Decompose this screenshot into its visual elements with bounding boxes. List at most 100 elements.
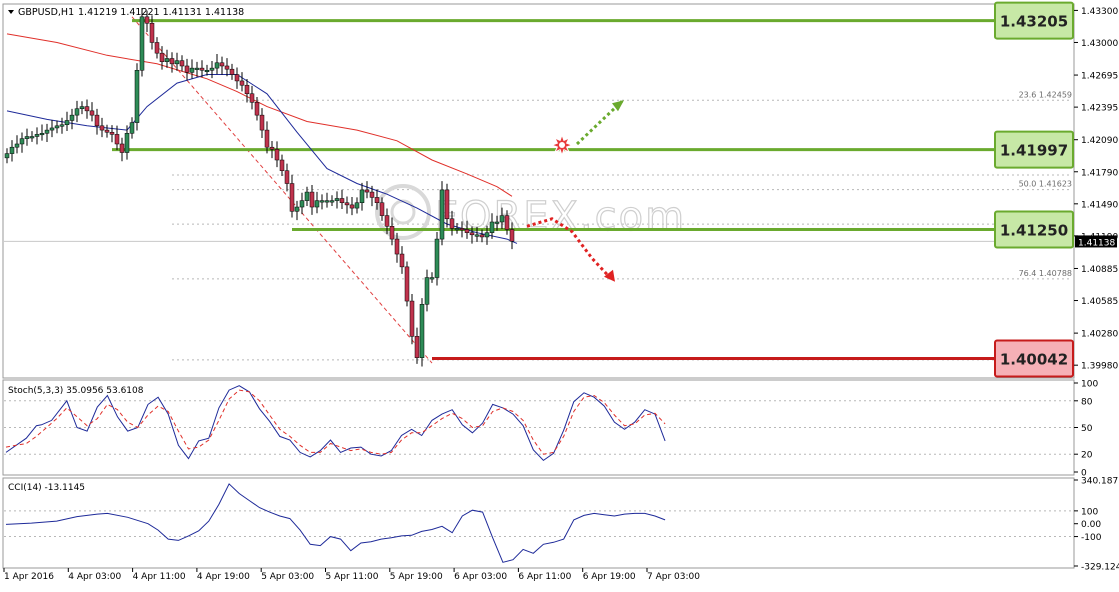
candle-body [34,134,40,137]
candle-body [204,70,210,73]
candle-body [394,238,400,255]
candle-body [419,304,425,358]
candle-body [299,200,305,208]
candle-body [109,131,115,135]
breakout-star-center [559,142,565,149]
candle-body [174,60,180,65]
candle-body [219,62,225,67]
candle-body [214,62,220,69]
cci-title: CCI(14) -13.1145 [8,483,85,493]
candle-body [349,204,355,209]
candle-body [194,67,200,70]
candle-body [474,234,480,237]
candle-body [329,200,335,203]
candle-body [84,106,90,112]
candle-body [199,67,205,71]
candle-body [184,65,190,73]
candle-body [24,136,30,139]
candle-body [129,122,135,134]
level-label: 1.43205 [1000,13,1068,31]
candle-body [484,232,490,238]
candle-body [374,197,380,204]
candle-body [494,221,500,224]
candle-body [399,253,405,268]
candle-body [414,336,420,358]
level-label: 1.41250 [1000,221,1068,239]
candle-body [469,232,475,236]
candle-body [504,215,510,230]
stoch-title: Stoch(5,3,3) 35.0956 53.6108 [8,386,144,396]
candle-body [154,42,160,54]
price-tick-label: 1.40585 [1081,297,1118,307]
candle-body [429,277,435,280]
time-tick-label: 5 Apr 03:00 [261,572,314,582]
time-tick-label: 6 Apr 03:00 [454,572,507,582]
candle-body [444,189,450,220]
current-price-label: 1.41138 [1078,238,1115,248]
candle-body [69,114,75,121]
candle-body [159,52,165,62]
candle-body [489,221,495,233]
candle-body [139,16,145,71]
candle-body [324,200,330,203]
candle-body [439,189,445,240]
candle-body [239,80,245,86]
candle-body [434,238,440,278]
candle-body [134,70,140,123]
stoch-tick-label: 100 [1081,380,1098,390]
candle-body [59,124,65,127]
candle-body [289,183,295,212]
candle-body [114,134,120,145]
candle-body [509,229,515,242]
candle-body [4,153,10,159]
candle-body [89,110,95,116]
candle-body [254,102,260,116]
candle-body [64,120,70,125]
cci-tick-label: -100 [1081,533,1102,543]
candle-body [449,218,455,229]
cci-tick-label: 340.1871 [1081,477,1119,487]
symbol-label: GBPUSD,H1 [18,7,74,18]
candle-body [224,65,230,70]
stoch-tick-label: 50 [1081,424,1093,434]
candle-body [94,114,100,127]
candle-body [9,146,15,154]
price-tick-label: 1.42090 [1081,136,1118,146]
candle-body [104,129,110,133]
candle-body [369,191,375,198]
candle-body [284,170,290,184]
time-tick-label: 6 Apr 11:00 [518,572,571,582]
fibonacci-label: 50.0 1.41623 [1019,180,1072,189]
time-tick-label: 7 Apr 03:00 [647,572,700,582]
candle-body [319,200,325,203]
candle-body [464,229,470,233]
cci-tick-label: -329.1245 [1081,563,1119,573]
cci-tick-label: 100 [1081,507,1098,517]
candle-body [39,133,45,136]
candle-body [379,202,385,216]
candle-body [384,215,390,227]
level-label: 1.41997 [1000,142,1068,160]
candle-body [259,114,265,131]
chart-canvas[interactable]: 23.6 1.4245950.0 1.4162376.4 1.40788 FOR… [0,0,1119,588]
fibonacci-label: 76.4 1.40788 [1019,269,1072,278]
chart-header: GBPUSD,H1 1.41219 1.41221 1.41131 1.4113… [8,7,244,18]
candle-body [314,200,320,208]
ohlc-readout: 1.41219 1.41221 1.41131 1.41138 [78,7,244,18]
candle-body [459,228,465,231]
candle-body [269,146,275,150]
candle-body [119,143,125,153]
candle-body [54,125,60,129]
candle-body [44,129,50,134]
fibonacci-label: 23.6 1.42459 [1019,90,1072,99]
chart-window: 23.6 1.42459 50.0 1.41623 76.4 1.40788 FOR… [0,0,1119,588]
time-tick-label: 4 Apr 11:00 [133,572,186,582]
candle-body [354,202,360,209]
candle-body [14,143,20,148]
time-tick-label: 1 Apr 2016 [4,572,54,582]
time-tick-label: 5 Apr 11:00 [326,572,379,582]
price-tick-label: 1.43000 [1081,39,1118,49]
candle-body [264,129,270,148]
candle-body [29,136,35,139]
candle-body [304,191,310,201]
